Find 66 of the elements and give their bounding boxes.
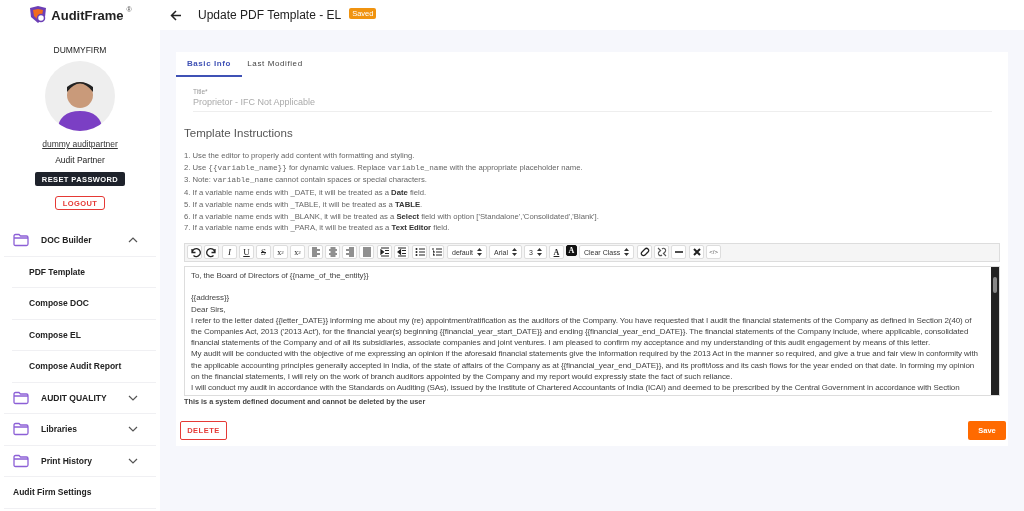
nav-sub-item[interactable]: PDF Template — [12, 256, 156, 288]
format-button[interactable]: x$^{2}$ — [290, 245, 305, 260]
undo-icon — [188, 246, 201, 259]
editor-text-line: Dear Sirs, — [191, 303, 227, 315]
rich-text-editor[interactable] — [184, 242, 1000, 396]
nav-group-item[interactable]: DOC Builder — [4, 225, 156, 257]
tab[interactable]: Basic Info — [176, 52, 242, 77]
editor-text-line: the applicable accounting principles generally accepted in India, of the state of affairs of the Company as at {{financial_year_end_DATE}}, and its profit/loss and its cash flows for the year ended on that date. In forming my opinion — [191, 359, 976, 371]
editor-text-line: I will conduct my audit in accordance with the Standards on Auditing (SAs), issued by the Institute of Chartered Accountants of India (ICAI) and deemed to be prescribed by the Central Government in accordance with Section — [191, 381, 961, 394]
unlink-icon — [655, 246, 668, 259]
nav-group-item[interactable]: AUDIT QUALITY — [4, 382, 156, 414]
nav-item[interactable]: Audit Firm Settings — [4, 477, 156, 509]
link-icon — [638, 246, 651, 259]
editor-text-line: the Companies Act, 2013 ('2013 Act'), for the financial year(s) beginning {{financial_year_start_DATE}} and ending {{financial_year_end_DATE}}. The financial statements of the Company include, where applicable, consolidated — [191, 325, 970, 338]
section-heading: Template Instructions — [184, 127, 294, 139]
format-button[interactable]: U — [239, 245, 254, 260]
scroll-bar[interactable] — [991, 266, 999, 395]
folder-icon — [13, 390, 29, 405]
toolbar-button[interactable] — [377, 245, 392, 260]
logo-text: AuditFrame — [51, 7, 124, 23]
numbered-list-icon — [430, 246, 443, 259]
firm-name: DUMMYFIRM — [53, 45, 107, 55]
toolbar-button[interactable] — [637, 245, 653, 260]
shield-icon — [28, 6, 49, 24]
redo-icon — [205, 246, 218, 259]
nav-group-item[interactable]: Libraries — [4, 414, 156, 446]
format-button[interactable]: A — [548, 245, 564, 260]
spinner-arrows-icon — [536, 248, 542, 257]
user-name-link[interactable]: dummy auditpartner — [42, 139, 118, 149]
justify-icon — [360, 246, 373, 259]
editor-text-line: {{address}} — [191, 292, 231, 304]
bullet-list-icon — [413, 246, 426, 259]
editor-text-line: To, the Board of Directors of {{name_of_the_entity}} — [191, 269, 370, 282]
toolbar-button[interactable] — [654, 245, 670, 260]
nav-sub-item[interactable]: Compose Audit Report — [12, 351, 156, 383]
toolbar-button[interactable] — [412, 245, 427, 260]
format-button[interactable]: S — [256, 245, 271, 260]
page-title: Update PDF Template - EL — [198, 8, 342, 22]
indent-icon — [378, 246, 391, 259]
toolbar-button[interactable] — [187, 245, 202, 260]
editor-text-line: My audit will be conducted with the objective of me expressing an opinion if the aforesaid financial statements give the information required by the 2013 Act in the manner so required, and give a true and fair view in conformity with — [191, 348, 979, 360]
align-center-icon — [326, 246, 339, 259]
folder-icon — [13, 422, 29, 437]
nav-sub-item[interactable]: Compose EL — [12, 319, 156, 351]
nav-group-item[interactable]: Print History — [4, 445, 156, 477]
align-left-icon — [309, 246, 322, 259]
spinner-arrows-icon — [512, 248, 518, 257]
format-button[interactable]: A — [565, 245, 577, 257]
editor-text-line: I refer to the letter dated {{letter_DATE}} informing me about my (re) appointment/ratification as the auditors of the Company. You have requested that I audit the financial statements of the Company as defined in Section 2(40) of — [191, 314, 973, 326]
align-right-icon — [343, 246, 356, 259]
toolbar-button[interactable] — [689, 245, 705, 260]
folder-icon — [13, 453, 29, 468]
folder-icon — [13, 233, 29, 248]
back-button[interactable] — [168, 7, 184, 23]
nav-sub-item[interactable]: Compose DOC — [12, 288, 156, 320]
editor-text-line: on the financial statements, I will rely on the work of branch auditors appointed by the Company and my report would expressly state the fact of such reliance. — [191, 370, 734, 382]
toolbar-button[interactable] — [394, 245, 409, 260]
editor-text-line: financial statements of the Company and of all its subsidiaries, associate companies and joint ventures. I am pleased to confirm my acceptance and my understanding of this audit engagement by means of this letter. — [191, 337, 932, 349]
format-button[interactable]: I — [222, 245, 237, 260]
outdent-icon — [395, 246, 408, 259]
tab[interactable]: Last Modified — [242, 52, 308, 77]
spinner-arrows-icon — [624, 248, 630, 257]
toolbar-button[interactable] — [204, 245, 219, 260]
spinner-arrows-icon — [477, 248, 483, 257]
toolbar-button[interactable] — [671, 245, 687, 260]
user-role: Audit Partner — [55, 155, 105, 165]
